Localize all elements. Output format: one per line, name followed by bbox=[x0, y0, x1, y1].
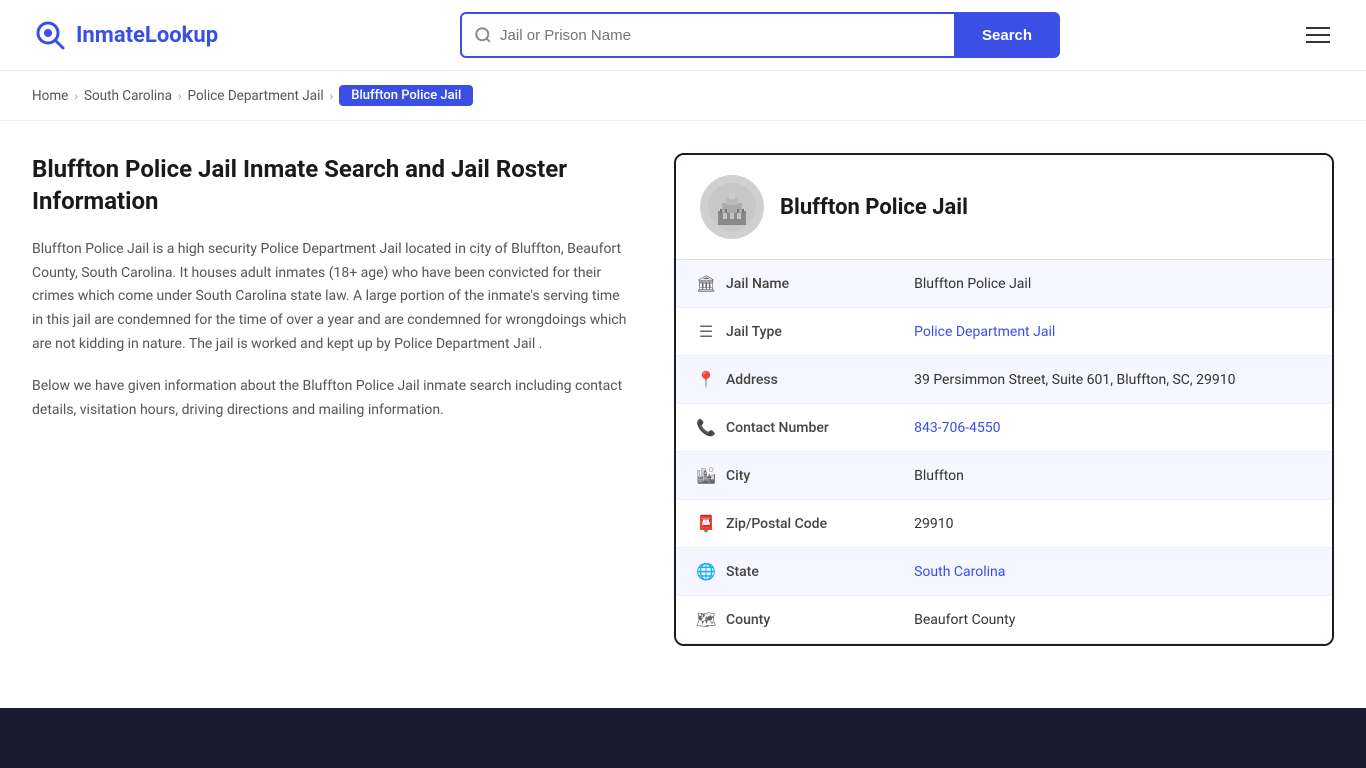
info-card: Bluffton Police Jail 🏛 Jail Name Bluffton … bbox=[674, 153, 1334, 646]
table-label-cell: 🌐 State bbox=[676, 548, 856, 595]
main-content: Bluffton Police Jail Inmate Search and J… bbox=[0, 121, 1366, 678]
left-panel: Bluffton Police Jail Inmate Search and J… bbox=[32, 153, 634, 440]
card-jail-name: Bluffton Police Jail bbox=[780, 195, 968, 220]
table-label-cell: 🏙 City bbox=[676, 452, 856, 499]
table-value-cell: Bluffton bbox=[894, 452, 1332, 500]
table-row: 📞 Contact Number 843-706-4550 bbox=[676, 404, 1332, 452]
info-table: 🏛 Jail Name Bluffton Police Jail ☰ Jail Type… bbox=[676, 260, 1332, 644]
row-icon: ☰ bbox=[696, 322, 716, 341]
table-value-link[interactable]: Police Department Jail bbox=[914, 324, 1055, 340]
search-button[interactable]: Search bbox=[954, 12, 1060, 58]
footer-bar bbox=[0, 708, 1366, 768]
row-label: Jail Type bbox=[726, 324, 782, 340]
breadcrumb-type[interactable]: Police Department Jail bbox=[188, 88, 324, 104]
hamburger-line3 bbox=[1306, 41, 1330, 43]
row-icon: 📮 bbox=[696, 514, 716, 533]
logo-text: InmateLookup bbox=[76, 23, 218, 48]
table-row: 🏛 Jail Name Bluffton Police Jail bbox=[676, 260, 1332, 308]
hamburger-line2 bbox=[1306, 34, 1330, 36]
row-icon: 🏙 bbox=[696, 466, 716, 485]
table-value-link[interactable]: South Carolina bbox=[914, 564, 1005, 580]
breadcrumb-home[interactable]: Home bbox=[32, 88, 68, 104]
breadcrumb: Home › South Carolina › Police Departmen… bbox=[0, 71, 1366, 121]
table-label-cell: 🏛 Jail Name bbox=[676, 260, 856, 307]
logo-icon bbox=[32, 17, 68, 53]
search-input[interactable] bbox=[500, 27, 942, 44]
search-area: Search bbox=[460, 12, 1060, 58]
row-label: Address bbox=[726, 372, 778, 388]
row-icon: 🏛 bbox=[696, 274, 716, 293]
table-value-cell: 39 Persimmon Street, Suite 601, Bluffton… bbox=[894, 356, 1332, 404]
table-value-cell: Bluffton Police Jail bbox=[894, 260, 1332, 308]
table-row: ☰ Jail Type Police Department Jail bbox=[676, 308, 1332, 356]
table-label-cell: 📞 Contact Number bbox=[676, 404, 856, 451]
table-row: 📮 Zip/Postal Code 29910 bbox=[676, 500, 1332, 548]
chevron-icon-3: › bbox=[330, 89, 334, 103]
table-label-cell: ☰ Jail Type bbox=[676, 308, 856, 355]
search-input-wrapper bbox=[460, 12, 954, 58]
row-label: City bbox=[726, 468, 750, 484]
table-label-cell: 🗺 County bbox=[676, 596, 856, 643]
table-value-link[interactable]: 843-706-4550 bbox=[914, 420, 1000, 436]
breadcrumb-state[interactable]: South Carolina bbox=[84, 88, 172, 104]
table-value-cell[interactable]: Police Department Jail bbox=[894, 308, 1332, 356]
menu-button[interactable] bbox=[1302, 23, 1334, 47]
table-value-cell: 29910 bbox=[894, 500, 1332, 548]
row-label: Zip/Postal Code bbox=[726, 516, 827, 532]
jail-avatar bbox=[700, 175, 764, 239]
table-label-cell: 📮 Zip/Postal Code bbox=[676, 500, 856, 547]
search-icon bbox=[474, 26, 492, 44]
table-row: 🌐 State South Carolina bbox=[676, 548, 1332, 596]
hamburger-line1 bbox=[1306, 27, 1330, 29]
row-icon: 📞 bbox=[696, 418, 716, 437]
row-label: Jail Name bbox=[726, 276, 789, 292]
table-value-cell[interactable]: 843-706-4550 bbox=[894, 404, 1332, 452]
table-row: 🏙 City Bluffton bbox=[676, 452, 1332, 500]
page-description-2: Below we have given information about th… bbox=[32, 375, 634, 423]
row-icon: 🗺 bbox=[696, 610, 716, 629]
page-title: Bluffton Police Jail Inmate Search and J… bbox=[32, 153, 634, 218]
building-icon bbox=[708, 183, 756, 231]
row-label: County bbox=[726, 612, 770, 628]
table-value-cell: Beaufort County bbox=[894, 596, 1332, 644]
table-row: 🗺 County Beaufort County bbox=[676, 596, 1332, 644]
logo[interactable]: InmateLookup bbox=[32, 17, 218, 53]
chevron-icon-2: › bbox=[178, 89, 182, 103]
table-label-cell: 📍 Address bbox=[676, 356, 856, 403]
row-icon: 📍 bbox=[696, 370, 716, 389]
breadcrumb-current: Bluffton Police Jail bbox=[339, 85, 473, 106]
row-label: State bbox=[726, 564, 759, 580]
row-label: Contact Number bbox=[726, 420, 829, 436]
row-icon: 🌐 bbox=[696, 562, 716, 581]
card-header: Bluffton Police Jail bbox=[676, 155, 1332, 260]
chevron-icon-1: › bbox=[74, 89, 78, 103]
page-description-1: Bluffton Police Jail is a high security … bbox=[32, 238, 634, 357]
table-value-cell[interactable]: South Carolina bbox=[894, 548, 1332, 596]
table-row: 📍 Address 39 Persimmon Street, Suite 601, … bbox=[676, 356, 1332, 404]
